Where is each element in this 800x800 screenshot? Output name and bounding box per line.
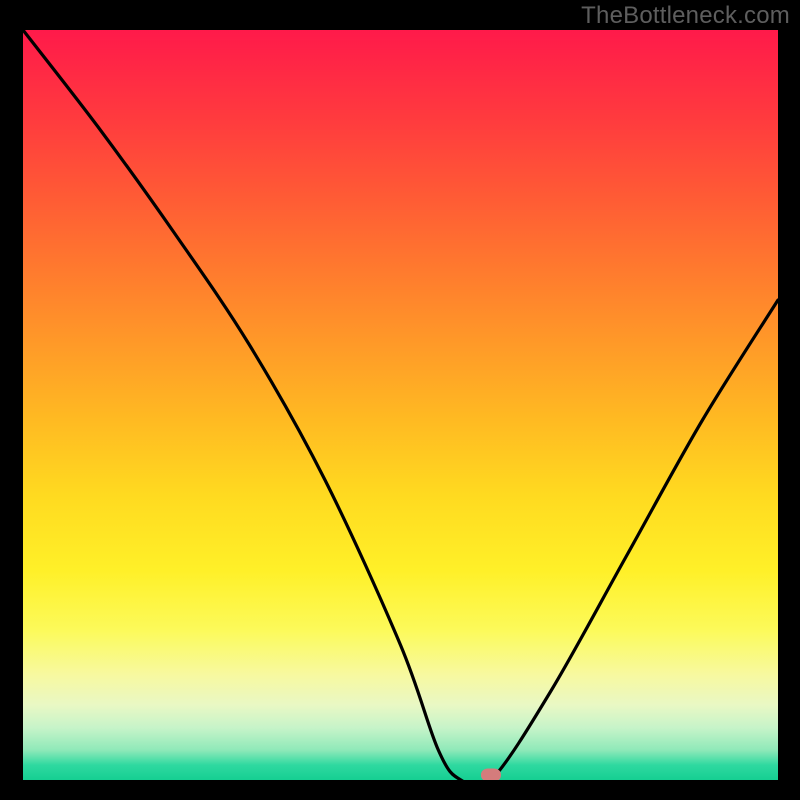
attribution-watermark: TheBottleneck.com	[581, 2, 790, 30]
bottleneck-curve	[23, 30, 778, 780]
curve-layer	[23, 30, 778, 780]
chart-container: TheBottleneck.com	[0, 0, 800, 800]
plot-area	[23, 30, 778, 780]
optimum-marker	[481, 769, 501, 781]
